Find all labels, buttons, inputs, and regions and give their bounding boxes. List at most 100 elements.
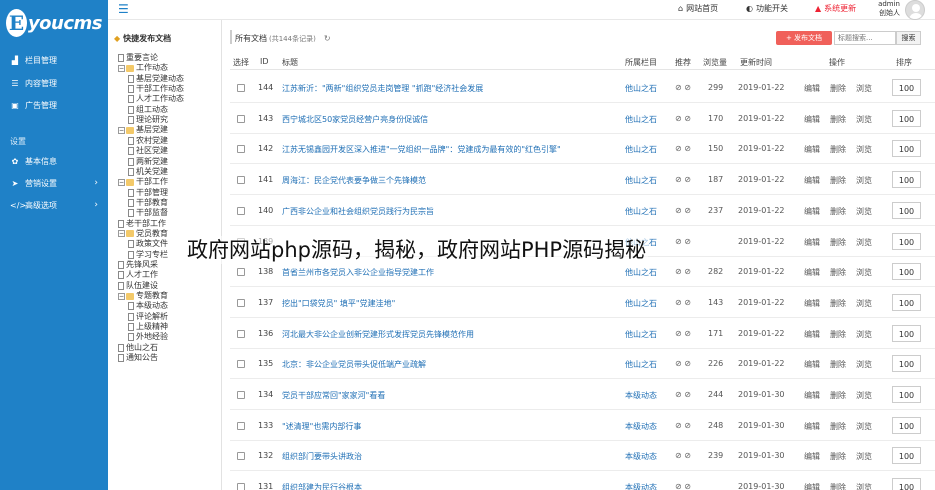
row-edit-button[interactable]: 编辑 <box>804 359 820 370</box>
row-edit-button[interactable]: 编辑 <box>804 482 820 490</box>
row-sort-input[interactable]: 100 <box>892 79 921 96</box>
publish-document-button[interactable]: + 发布文档 <box>776 31 832 45</box>
row-sort-input[interactable]: 100 <box>892 171 921 189</box>
tree-node[interactable]: 先锋风采 <box>118 261 158 269</box>
row-checkbox[interactable] <box>237 483 245 490</box>
row-recommend-flags[interactable]: ⊘ ⊘ <box>675 175 691 184</box>
row-recommend-flags[interactable]: ⊘ ⊘ <box>675 114 691 123</box>
row-sort-input[interactable]: 100 <box>892 416 921 434</box>
row-edit-button[interactable]: 编辑 <box>804 390 820 401</box>
row-recommend-flags[interactable]: ⊘ ⊘ <box>675 482 691 490</box>
row-recommend-flags[interactable]: ⊘ ⊘ <box>675 329 691 338</box>
row-edit-button[interactable]: 编辑 <box>804 451 820 462</box>
row-delete-button[interactable]: 删除 <box>830 237 846 248</box>
tree-node[interactable]: 老干部工作 <box>118 219 166 228</box>
collapse-icon[interactable]: − <box>118 292 125 300</box>
avatar[interactable] <box>905 0 925 20</box>
row-title-link[interactable]: 河北最大非公企业创新党建形式发挥党员先锋模范作用 <box>282 329 474 340</box>
row-checkbox[interactable] <box>237 114 245 123</box>
row-browse-button[interactable]: 浏览 <box>856 451 872 462</box>
row-sort-input[interactable]: 100 <box>892 324 921 342</box>
row-browse-button[interactable]: 浏览 <box>856 237 872 248</box>
row-recommend-flags[interactable]: ⊘ ⊘ <box>675 359 691 368</box>
row-checkbox[interactable] <box>237 145 245 154</box>
row-title-link[interactable]: 江苏新沂："两新"组织党员走岗管理 "抓跑"经济社会发展 <box>282 83 483 94</box>
row-browse-button[interactable]: 浏览 <box>856 114 872 125</box>
row-delete-button[interactable]: 删除 <box>830 329 846 340</box>
row-sort-input[interactable]: 100 <box>892 386 921 403</box>
row-edit-button[interactable]: 编辑 <box>804 421 820 432</box>
tree-node[interactable]: 他山之石 <box>118 343 158 352</box>
tree-node[interactable]: 人才工作 <box>118 271 158 280</box>
system-update-link[interactable]: ▲ 系统更新 <box>815 3 856 14</box>
row-checkbox[interactable] <box>237 391 245 399</box>
row-edit-button[interactable]: 编辑 <box>804 144 820 155</box>
row-sort-input[interactable]: 100 <box>892 293 921 311</box>
row-title-link[interactable]: 北京：非公企业党员带头促低端产业疏解 <box>282 359 426 370</box>
row-delete-button[interactable]: 删除 <box>830 114 846 125</box>
tree-node[interactable]: 基层党建动态 <box>128 74 184 83</box>
row-title-link[interactable]: 挖出"口袋党员" 填平"党建洼地" <box>282 298 395 309</box>
row-sort-input[interactable]: 100 <box>892 478 921 490</box>
tree-node[interactable]: 重要言论 <box>118 54 158 62</box>
tree-node[interactable]: 本级动态 <box>128 302 168 311</box>
tree-node[interactable]: 组工动态 <box>128 105 168 114</box>
row-browse-button[interactable]: 浏览 <box>856 83 872 94</box>
tree-node[interactable]: 政策文件 <box>128 240 168 249</box>
row-category-link[interactable]: 本级动态 <box>625 451 657 462</box>
row-recommend-flags[interactable]: ⊘ ⊘ <box>675 421 691 430</box>
row-category-link[interactable]: 他山之石 <box>625 298 657 309</box>
row-checkbox[interactable] <box>237 452 245 461</box>
row-category-link[interactable]: 他山之石 <box>625 144 657 155</box>
sidebar-item-basic-info[interactable]: ✿ 基本信息 <box>0 152 108 170</box>
row-edit-button[interactable]: 编辑 <box>804 329 820 340</box>
row-title-link[interactable]: 首省兰州市各党员入非公企业指导党建工作 <box>282 267 434 278</box>
row-title-link[interactable]: 广西非公企业和社会组织党员践行为民宗旨 <box>282 206 434 217</box>
row-category-link[interactable]: 他山之石 <box>625 359 657 370</box>
tree-node[interactable]: − 工作动态 <box>118 64 168 72</box>
collapse-icon[interactable]: − <box>118 126 125 134</box>
collapse-icon[interactable]: − <box>118 178 125 186</box>
row-category-link[interactable]: 本级动态 <box>625 482 657 490</box>
row-category-link[interactable]: 他山之石 <box>625 114 657 125</box>
row-sort-input[interactable]: 100 <box>892 140 921 158</box>
row-category-link[interactable]: 本级动态 <box>625 390 657 401</box>
row-browse-button[interactable]: 浏览 <box>856 206 872 217</box>
row-delete-button[interactable]: 删除 <box>830 175 846 186</box>
row-delete-button[interactable]: 删除 <box>830 267 846 278</box>
row-browse-button[interactable]: 浏览 <box>856 359 872 370</box>
row-recommend-flags[interactable]: ⊘ ⊘ <box>675 83 691 92</box>
row-title-link[interactable]: 组织部门要带头讲政治 <box>282 451 362 462</box>
row-checkbox[interactable] <box>237 329 245 338</box>
row-edit-button[interactable]: 编辑 <box>804 298 820 309</box>
row-title-link[interactable]: 西宁城北区50家党员经营户亮身份促诚信 <box>282 114 428 125</box>
row-browse-button[interactable]: 浏览 <box>856 175 872 186</box>
row-browse-button[interactable]: 浏览 <box>856 421 872 432</box>
row-edit-button[interactable]: 编辑 <box>804 206 820 217</box>
tree-node[interactable]: 上级精神 <box>128 323 168 332</box>
row-sort-input[interactable]: 100 <box>892 263 921 281</box>
row-recommend-flags[interactable]: ⊘ ⊘ <box>675 237 691 246</box>
row-edit-button[interactable]: 编辑 <box>804 83 820 94</box>
row-checkbox[interactable] <box>237 206 245 215</box>
hamburger-menu-icon[interactable]: ☰ <box>118 2 129 16</box>
row-category-link[interactable]: 他山之石 <box>625 83 657 94</box>
row-sort-input[interactable]: 100 <box>892 201 921 219</box>
row-delete-button[interactable]: 删除 <box>830 390 846 401</box>
row-recommend-flags[interactable]: ⊘ ⊘ <box>675 144 691 153</box>
row-edit-button[interactable]: 编辑 <box>804 114 820 125</box>
row-sort-input[interactable]: 100 <box>892 355 921 373</box>
row-category-link[interactable]: 他山之石 <box>625 329 657 340</box>
row-category-link[interactable]: 他山之石 <box>625 206 657 217</box>
row-edit-button[interactable]: 编辑 <box>804 175 820 186</box>
tree-node[interactable]: 机关党建 <box>128 167 168 176</box>
sidebar-item-advanced[interactable]: </> 高级选项 › <box>0 196 108 214</box>
row-edit-button[interactable]: 编辑 <box>804 237 820 248</box>
row-browse-button[interactable]: 浏览 <box>856 390 872 401</box>
row-browse-button[interactable]: 浏览 <box>856 144 872 155</box>
row-checkbox[interactable] <box>237 421 245 430</box>
row-title-link[interactable]: 党员干部应常回"家家河"看看 <box>282 390 385 401</box>
sidebar-item-marketing[interactable]: ➤ 营销设置 › <box>0 174 108 192</box>
row-delete-button[interactable]: 删除 <box>830 144 846 155</box>
row-delete-button[interactable]: 删除 <box>830 298 846 309</box>
